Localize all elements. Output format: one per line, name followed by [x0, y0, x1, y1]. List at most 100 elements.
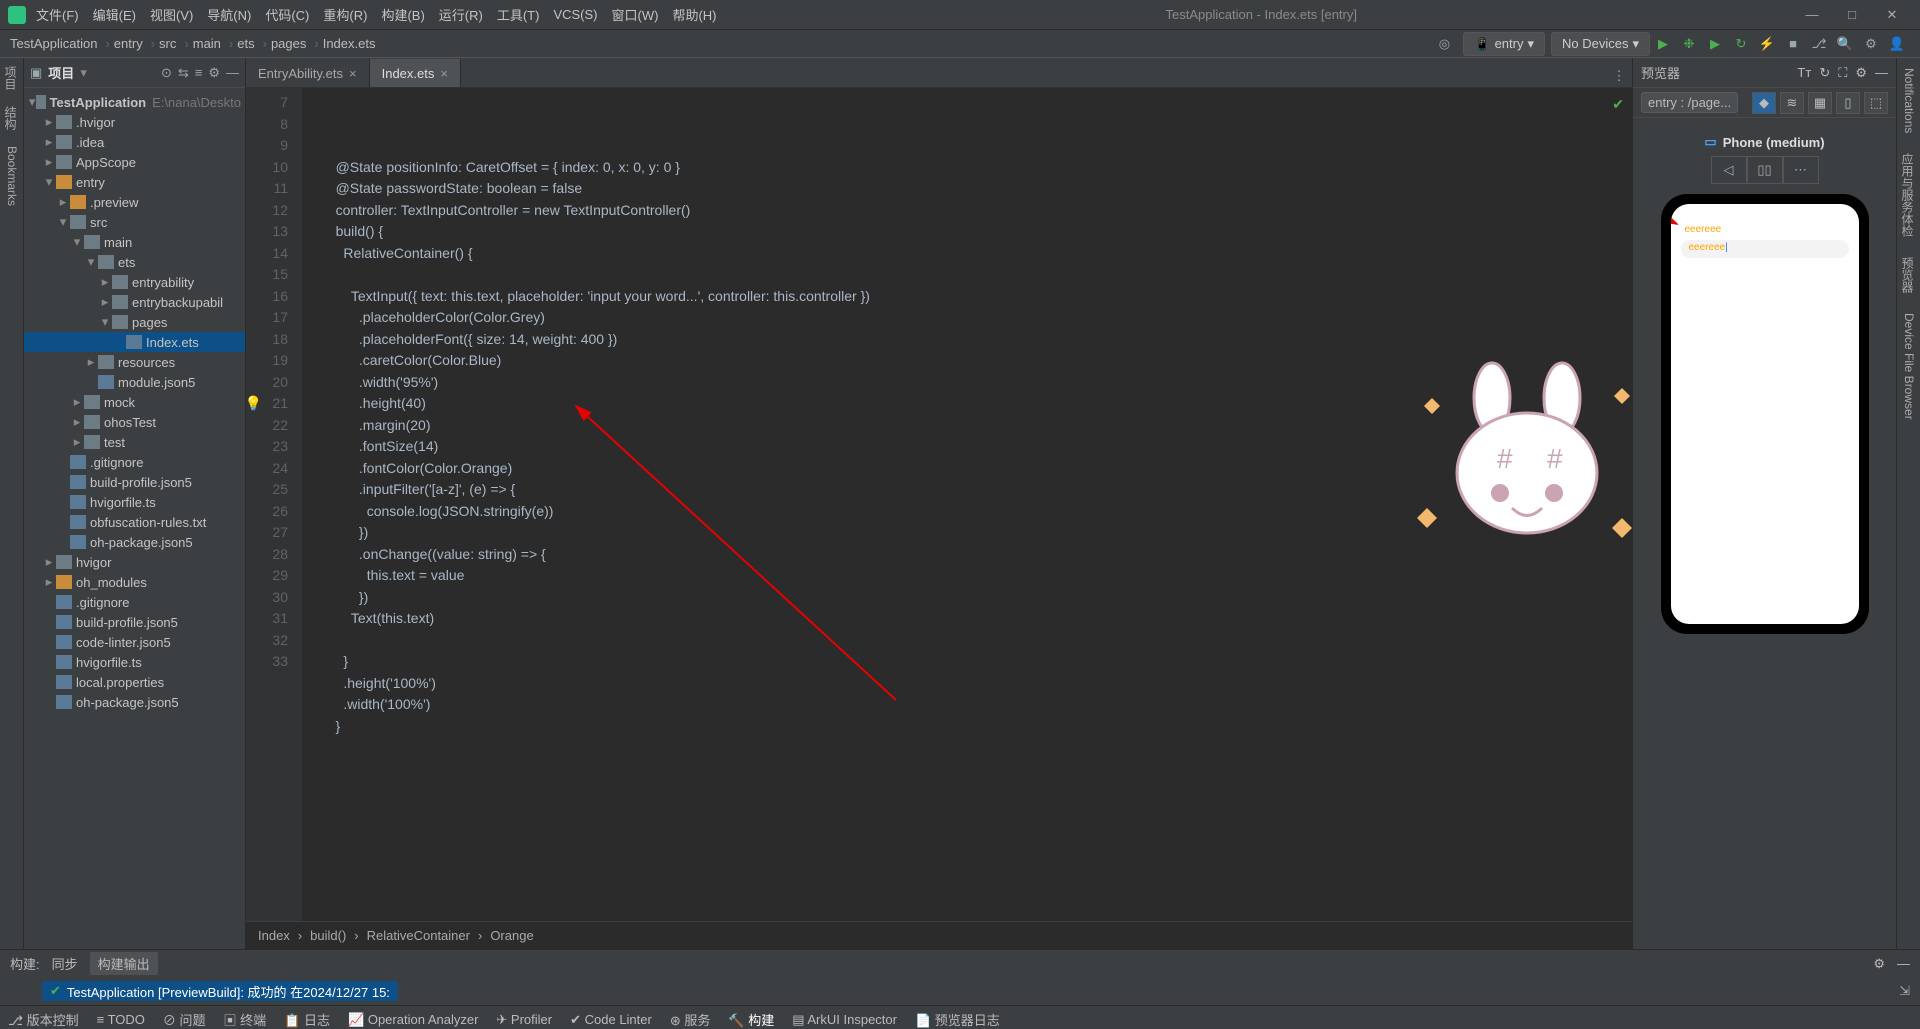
- tree-item[interactable]: ▾ets: [24, 252, 245, 272]
- locate-icon[interactable]: ⊙: [161, 65, 172, 81]
- tree-item[interactable]: ▸AppScope: [24, 152, 245, 172]
- tab-entryability[interactable]: EntryAbility.ets×: [246, 59, 370, 87]
- code-line[interactable]: [320, 264, 1632, 286]
- menu-window[interactable]: 窗口(W): [612, 5, 659, 24]
- tool-log[interactable]: 📋 日志: [284, 1010, 330, 1029]
- tool-profiler[interactable]: ✈ Profiler: [496, 1012, 552, 1028]
- code-line[interactable]: build() {: [320, 221, 1632, 243]
- menu-view[interactable]: 视图(V): [150, 5, 193, 24]
- inspector-icon[interactable]: ⛶: [1838, 65, 1847, 81]
- text-tool-icon[interactable]: Tт: [1797, 65, 1811, 80]
- code-line[interactable]: TextInput({ text: this.text, placeholder…: [320, 286, 1632, 308]
- code-line[interactable]: .height('100%'): [320, 673, 1632, 695]
- crumb-src[interactable]: src: [159, 36, 176, 51]
- left-tab-bookmarks[interactable]: Bookmarks: [0, 138, 23, 214]
- code-line[interactable]: RelativeContainer() {: [320, 243, 1632, 265]
- crop-icon[interactable]: ⬚: [1864, 92, 1888, 114]
- code-line[interactable]: .caretColor(Color.Blue): [320, 350, 1632, 372]
- rotate-icon[interactable]: ▯▯: [1747, 156, 1783, 184]
- project-view-icon[interactable]: ▣: [30, 65, 42, 81]
- tree-item[interactable]: obfuscation-rules.txt: [24, 512, 245, 532]
- tree-item-selected[interactable]: Index.ets: [24, 332, 245, 352]
- code-line[interactable]: .fontColor(Color.Orange): [320, 458, 1632, 480]
- gear-icon[interactable]: ⚙: [1873, 956, 1885, 972]
- tree-item[interactable]: ▾pages: [24, 312, 245, 332]
- menu-tools[interactable]: 工具(T): [497, 5, 540, 24]
- project-tree[interactable]: ▾TestApplicationE:\nana\Deskto▸.hvigor▸.…: [24, 88, 245, 949]
- code-content[interactable]: ✔ @State positionInfo: CaretOffset = { i…: [302, 88, 1632, 921]
- rerun-button[interactable]: ↻: [1728, 33, 1754, 55]
- settings-icon[interactable]: ⚙: [1858, 33, 1884, 55]
- minimize-button[interactable]: —: [1792, 7, 1832, 22]
- tool-preview-log[interactable]: 📄 预览器日志: [915, 1010, 1000, 1029]
- tree-item[interactable]: ▾main: [24, 232, 245, 252]
- menu-file[interactable]: 文件(F): [36, 5, 79, 24]
- code-line[interactable]: .onChange((value: string) => {: [320, 544, 1632, 566]
- tool-code-linter[interactable]: ✔ Code Linter: [570, 1012, 652, 1028]
- code-line[interactable]: .width('100%'): [320, 694, 1632, 716]
- close-button[interactable]: ✕: [1872, 7, 1912, 23]
- hide-icon[interactable]: —: [1875, 65, 1888, 80]
- code-line[interactable]: }: [320, 716, 1632, 738]
- right-tab-notifications[interactable]: Notifications: [1897, 58, 1920, 143]
- right-tab-services[interactable]: 应用与服务体检: [1897, 143, 1920, 247]
- code-line[interactable]: }: [320, 651, 1632, 673]
- tool-services[interactable]: ⊛ 服务: [670, 1010, 711, 1029]
- close-icon[interactable]: ×: [349, 66, 357, 81]
- crumb-orange[interactable]: Orange: [490, 928, 533, 943]
- menu-refactor[interactable]: 重构(R): [323, 5, 367, 24]
- refresh-icon[interactable]: ↻: [1819, 65, 1830, 81]
- hide-icon[interactable]: —: [1897, 956, 1910, 971]
- collapse-icon[interactable]: ≡: [195, 65, 203, 80]
- profiler-icon[interactable]: ⚡: [1754, 33, 1780, 55]
- left-tab-project[interactable]: 项目: [0, 58, 23, 98]
- device-screen[interactable]: eeereee eeereee|: [1671, 204, 1859, 624]
- tool-operation-analyzer[interactable]: 📈 Operation Analyzer: [348, 1012, 478, 1028]
- tool-vcs[interactable]: ⎇ 版本控制: [8, 1010, 79, 1029]
- menu-edit[interactable]: 编辑(E): [93, 5, 136, 24]
- menu-vcs[interactable]: VCS(S): [553, 7, 597, 22]
- crumb-project[interactable]: TestApplication: [10, 36, 97, 51]
- crumb-main[interactable]: main: [193, 36, 221, 51]
- crumb-index[interactable]: Index: [258, 928, 290, 943]
- stop-button[interactable]: ■: [1780, 33, 1806, 55]
- account-icon[interactable]: 👤: [1884, 33, 1910, 55]
- left-tab-structure[interactable]: 结构: [0, 98, 23, 138]
- code-line[interactable]: console.log(JSON.stringify(e)): [320, 501, 1632, 523]
- tool-todo[interactable]: ≡ TODO: [97, 1012, 145, 1027]
- build-sync-tab[interactable]: 同步: [52, 954, 78, 973]
- crumb-pages[interactable]: pages: [271, 36, 306, 51]
- maximize-button[interactable]: □: [1832, 7, 1872, 22]
- tree-item[interactable]: ▸oh_modules: [24, 572, 245, 592]
- intention-bulb-icon[interactable]: 💡: [246, 393, 262, 415]
- tree-item[interactable]: hvigorfile.ts: [24, 652, 245, 672]
- code-area[interactable]: 789101112131415161718192021💡222324252627…: [246, 88, 1632, 921]
- gear-icon[interactable]: ⚙: [1855, 65, 1867, 81]
- tree-item[interactable]: ▸mock: [24, 392, 245, 412]
- tree-item[interactable]: ▸resources: [24, 352, 245, 372]
- run-button[interactable]: ▶: [1650, 33, 1676, 55]
- code-line[interactable]: }): [320, 522, 1632, 544]
- tree-item[interactable]: module.json5: [24, 372, 245, 392]
- tool-problems[interactable]: ⊘ 问题: [163, 1010, 206, 1029]
- target-icon[interactable]: ◎: [1431, 33, 1457, 55]
- build-output-tab[interactable]: 构建输出: [90, 952, 158, 975]
- tree-item[interactable]: ▾entry: [24, 172, 245, 192]
- crumb-file[interactable]: Index.ets: [323, 36, 376, 51]
- tree-item[interactable]: code-linter.json5: [24, 632, 245, 652]
- tree-item[interactable]: oh-package.json5: [24, 532, 245, 552]
- gear-icon[interactable]: ⚙: [208, 65, 220, 81]
- code-line[interactable]: .margin(20): [320, 415, 1632, 437]
- more-icon[interactable]: ⋯: [1783, 156, 1819, 184]
- tree-item[interactable]: build-profile.json5: [24, 612, 245, 632]
- tree-item[interactable]: .gitignore: [24, 592, 245, 612]
- code-line[interactable]: .width('95%'): [320, 372, 1632, 394]
- menu-nav[interactable]: 导航(N): [207, 5, 251, 24]
- tree-item[interactable]: ▸hvigor: [24, 552, 245, 572]
- editor-more-icon[interactable]: ⋮: [1606, 65, 1632, 87]
- foldable-icon[interactable]: ▯: [1836, 92, 1860, 114]
- tree-item[interactable]: ▾src: [24, 212, 245, 232]
- collapse-icon[interactable]: ⇲: [1899, 983, 1910, 999]
- tree-item[interactable]: oh-package.json5: [24, 692, 245, 712]
- code-line[interactable]: [320, 630, 1632, 652]
